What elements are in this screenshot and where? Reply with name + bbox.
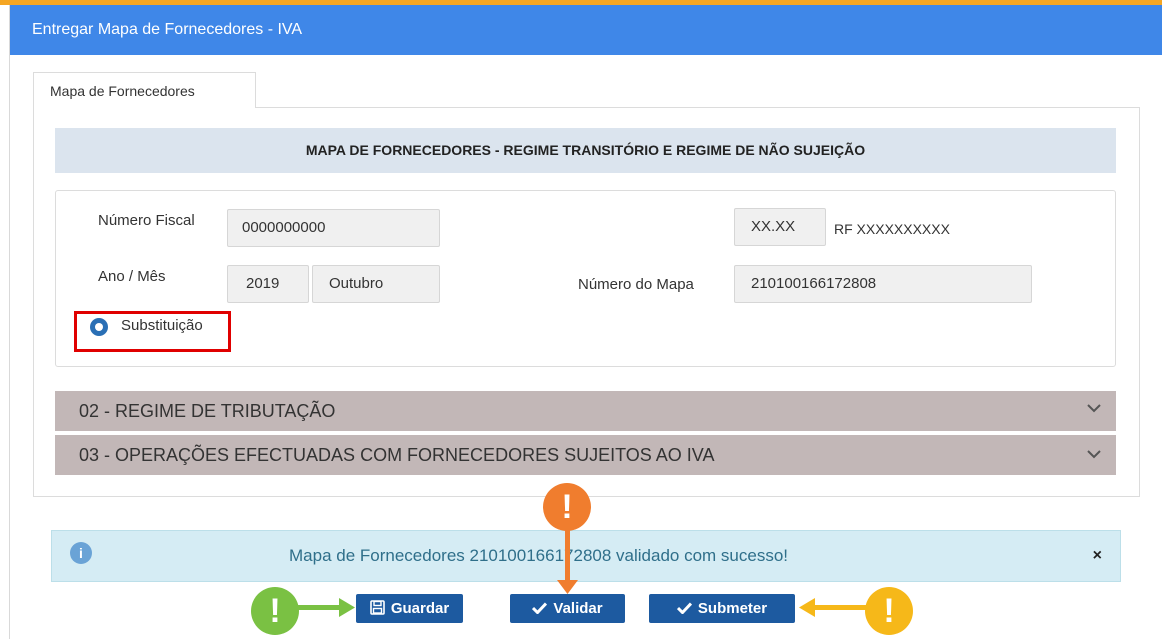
numero-mapa-field[interactable]: 210100166172808 bbox=[734, 265, 1032, 303]
chevron-down-icon bbox=[1087, 450, 1101, 459]
validar-label: Validar bbox=[553, 600, 603, 617]
numero-mapa-label: Número do Mapa bbox=[578, 276, 694, 293]
numero-fiscal-field[interactable]: 0000000000 bbox=[227, 209, 440, 247]
application-window: Entregar Mapa de Fornecedores - IVA Mapa… bbox=[0, 0, 1162, 639]
yellow-arrow-line bbox=[813, 605, 866, 610]
rf-code-field[interactable]: XX.XX bbox=[734, 208, 826, 246]
accordion-label: 03 - OPERAÇÕES EFECTUADAS COM FORNECEDOR… bbox=[79, 445, 715, 465]
checkmark-icon bbox=[532, 602, 548, 615]
guardar-button[interactable]: Guardar bbox=[356, 594, 463, 623]
accordion-label: 02 - REGIME DE TRIBUTAÇÃO bbox=[79, 401, 336, 421]
green-warning-icon: ! bbox=[251, 587, 299, 635]
validar-button[interactable]: Validar bbox=[510, 594, 625, 623]
orange-arrow-line bbox=[565, 530, 570, 584]
yellow-warning-icon: ! bbox=[865, 587, 913, 635]
ano-mes-label: Ano / Mês bbox=[98, 268, 166, 285]
orange-warning-icon: ! bbox=[543, 483, 591, 531]
success-alert: i Mapa de Fornecedores 210100166172808 v… bbox=[51, 530, 1121, 582]
tab-label: Mapa de Fornecedores bbox=[50, 83, 195, 99]
tab-mapa-fornecedores[interactable]: Mapa de Fornecedores bbox=[33, 72, 256, 108]
chevron-down-icon bbox=[1087, 404, 1101, 413]
left-border bbox=[0, 5, 10, 639]
substituicao-radio[interactable] bbox=[90, 318, 108, 336]
rf-text: RF XXXXXXXXXX bbox=[834, 221, 950, 237]
page-title-bar: Entregar Mapa de Fornecedores - IVA bbox=[10, 5, 1162, 55]
page-title: Entregar Mapa de Fornecedores - IVA bbox=[32, 21, 303, 38]
submeter-label: Submeter bbox=[697, 600, 768, 617]
ano-field[interactable]: 2019 bbox=[227, 265, 309, 303]
mes-field[interactable]: Outubro bbox=[312, 265, 440, 303]
arrow-down-icon bbox=[557, 580, 578, 594]
accordion-regime-tributacao[interactable]: 02 - REGIME DE TRIBUTAÇÃO bbox=[55, 391, 1116, 431]
arrow-right-icon bbox=[339, 598, 355, 617]
alert-message: Mapa de Fornecedores 210100166172808 val… bbox=[289, 546, 789, 565]
numero-fiscal-label: Número Fiscal bbox=[98, 212, 195, 229]
save-icon bbox=[370, 600, 385, 615]
checkmark-icon bbox=[676, 602, 692, 615]
green-arrow-line bbox=[298, 605, 342, 610]
guardar-label: Guardar bbox=[390, 600, 450, 617]
info-icon: i bbox=[70, 542, 92, 564]
section-title: MAPA DE FORNECEDORES - REGIME TRANSITÓRI… bbox=[55, 128, 1116, 173]
submeter-button[interactable]: Submeter bbox=[649, 594, 795, 623]
close-icon[interactable]: × bbox=[1093, 531, 1102, 581]
accordion-operacoes-fornecedores[interactable]: 03 - OPERAÇÕES EFECTUADAS COM FORNECEDOR… bbox=[55, 435, 1116, 475]
substituicao-label: Substituição bbox=[121, 317, 203, 334]
